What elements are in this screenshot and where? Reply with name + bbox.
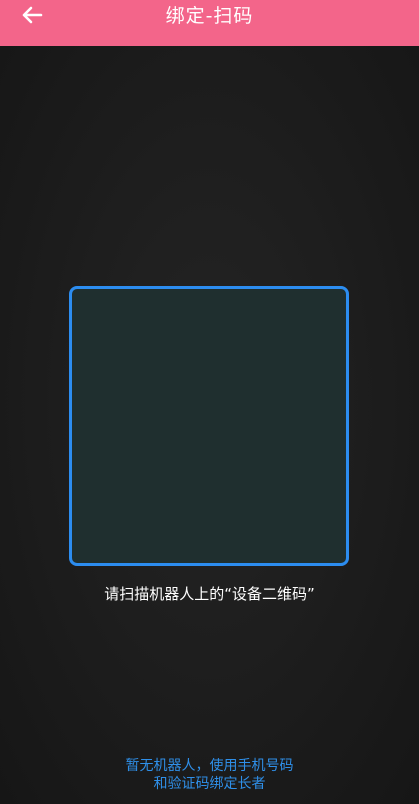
bind-scan-screen: 绑定-扫码 请扫描机器人上的“设备二维码” 暂无机器人，使用手机号码 和验证码绑…: [0, 0, 419, 804]
bind-with-phone-link[interactable]: 暂无机器人，使用手机号码 和验证码绑定长者: [0, 757, 419, 793]
scan-hint: 请扫描机器人上的“设备二维码”: [104, 585, 315, 603]
bind-with-phone-line1: 暂无机器人，使用手机号码: [125, 758, 294, 774]
page-title: 绑定-扫码: [165, 5, 254, 27]
top-bar: 绑定-扫码: [0, 0, 419, 46]
qr-scan-frame: [69, 286, 349, 566]
bind-with-phone-line2: 和验证码绑定长者: [153, 776, 266, 792]
